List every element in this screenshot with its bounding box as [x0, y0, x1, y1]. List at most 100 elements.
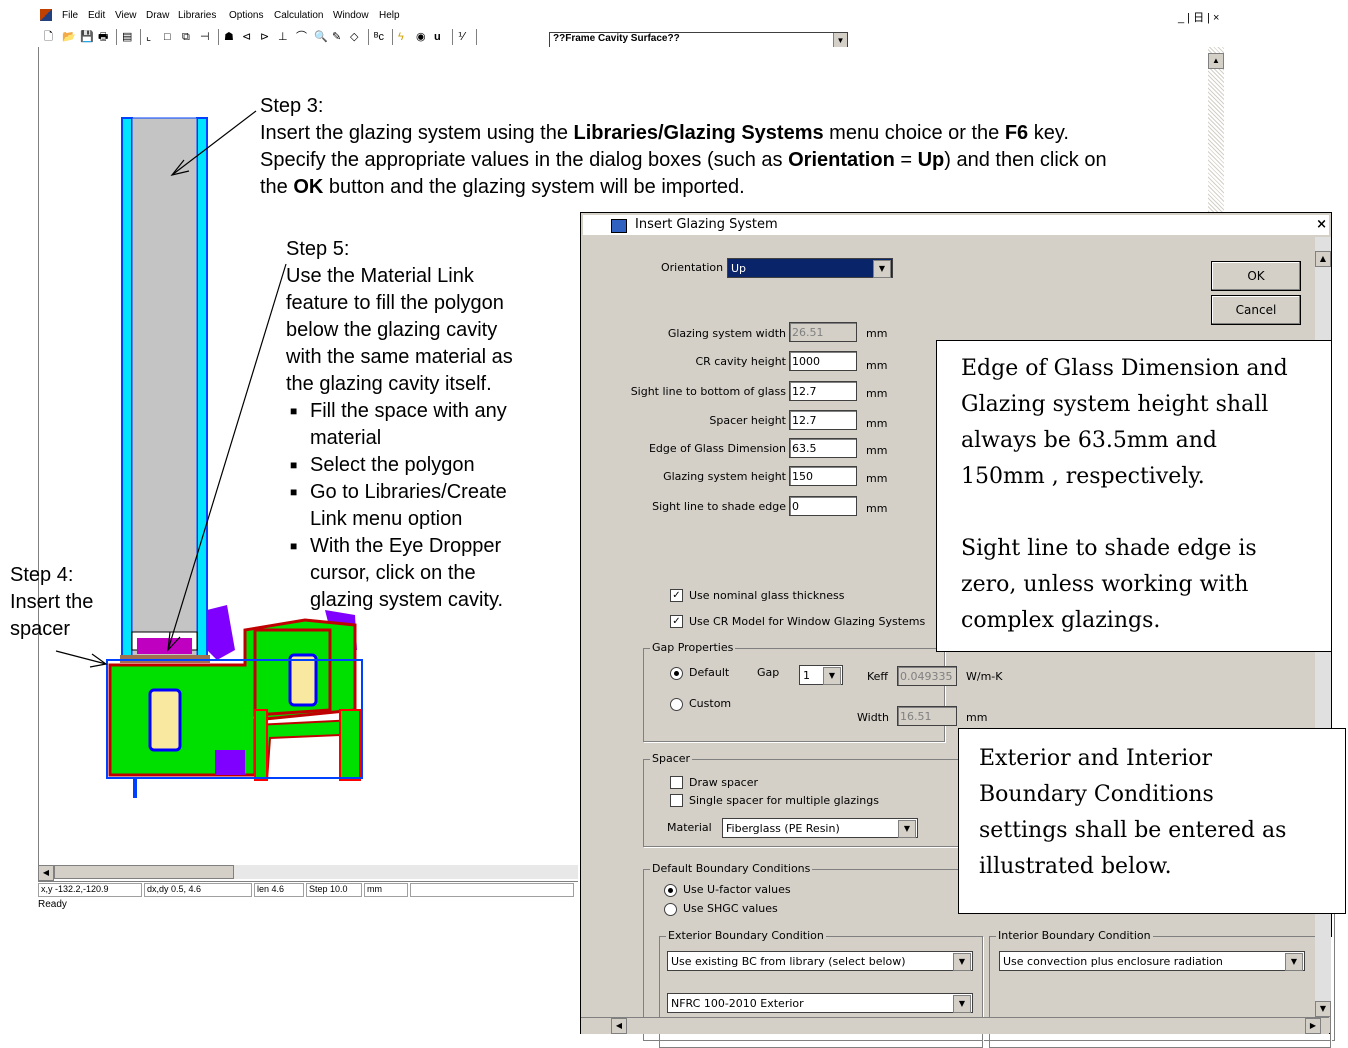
dialog-hscroll[interactable]: ◀ ▶ — [581, 1017, 1329, 1034]
status-ready: Ready — [38, 899, 67, 910]
interior-bc-value: Use convection plus enclosure radiation — [1003, 955, 1223, 968]
unit-label: mm — [866, 387, 888, 400]
draw-spacer-label: Draw spacer — [689, 776, 759, 789]
gap-custom-label: Custom — [689, 697, 732, 710]
field-label: Sight line to shade edge — [652, 500, 786, 513]
scroll-right-icon[interactable]: ▶ — [1305, 1018, 1321, 1034]
ufactor-label: Use U-factor values — [683, 883, 791, 896]
step5-title: Step 5: — [286, 238, 350, 260]
status-xy: x,y -132.2,-120.9 — [38, 883, 142, 897]
field-label: Glazing system width — [667, 327, 786, 340]
keff-unit: W/m-K — [966, 670, 1003, 683]
step4-note: Step 4: Insert the spacer — [10, 562, 93, 643]
nominal-thickness-label: Use nominal glass thickness — [689, 589, 845, 602]
field-label: Spacer height — [709, 414, 786, 427]
interior-bc-select[interactable]: Use convection plus enclosure radiation … — [999, 951, 1305, 971]
chevron-down-icon[interactable]: ▼ — [873, 260, 891, 278]
horizontal-scrollbar[interactable]: ◀ — [38, 865, 578, 881]
nominal-thickness-checkbox[interactable]: ✓ — [670, 589, 683, 602]
step3-title: Step 3: — [260, 95, 324, 117]
unit-label: mm — [866, 444, 888, 457]
exterior-bc-select[interactable]: Use existing BC from library (select bel… — [667, 951, 973, 971]
gap-select[interactable]: 1 ▼ — [799, 665, 843, 685]
dialog-titlebar[interactable]: Insert Glazing System × — [583, 215, 1329, 235]
unit-label: mm — [866, 327, 888, 340]
field-label: CR cavity height — [695, 355, 786, 368]
gap-width-field: 16.51 — [897, 706, 957, 726]
exterior-bc-library-select[interactable]: NFRC 100-2010 Exterior ▼ — [667, 993, 973, 1013]
scroll-thumb[interactable] — [54, 865, 234, 879]
spacer-material-select[interactable]: Fiberglass (PE Resin) ▼ — [722, 818, 918, 838]
scroll-left-icon[interactable]: ◀ — [611, 1018, 627, 1034]
bullet-icon: ■ — [290, 485, 298, 499]
ufactor-radio[interactable] — [664, 884, 677, 897]
gap-width-unit: mm — [966, 711, 988, 724]
step5-line: below the glazing cavity — [286, 319, 498, 341]
step4-line: spacer — [10, 618, 71, 640]
callout-line: always be 63.5mm and — [961, 428, 1217, 453]
status-unit: mm — [364, 883, 408, 897]
cancel-button[interactable]: Cancel — [1211, 295, 1301, 325]
cr-cavity-height-field[interactable]: 1000 — [789, 351, 857, 371]
scroll-up-icon[interactable]: ▲ — [1315, 251, 1331, 267]
exterior-bc-library-value: NFRC 100-2010 Exterior — [671, 997, 804, 1010]
gap-custom-radio[interactable] — [670, 698, 683, 711]
callout-line: complex glazings. — [961, 608, 1161, 633]
bullet-icon: ■ — [290, 458, 298, 472]
scroll-down-icon[interactable]: ▼ — [1315, 1001, 1331, 1017]
chevron-down-icon[interactable]: ▼ — [823, 667, 841, 685]
shade-edge-field[interactable]: 0 — [789, 496, 857, 516]
field-label: Sight line to bottom of glass — [630, 385, 786, 398]
keff-label: Keff — [867, 670, 889, 683]
status-step: Step 10.0 — [306, 883, 362, 897]
step5-line: feature to fill the polygon — [286, 292, 504, 314]
unit-label: mm — [866, 359, 888, 372]
field-label: Edge of Glass Dimension — [648, 442, 786, 455]
ok-button[interactable]: OK — [1211, 261, 1301, 291]
callout-line: Edge of Glass Dimension and — [961, 356, 1288, 381]
chevron-down-icon[interactable]: ▼ — [953, 953, 971, 971]
callout-boundary: Exterior and Interior Boundary Condition… — [958, 728, 1346, 914]
step5-bullet: ■ With the Eye Dropper cursor, click on th… — [290, 535, 504, 611]
gap-default-label: Default — [689, 666, 730, 679]
step3-line3: the OK button and the glazing system wil… — [260, 176, 745, 198]
chevron-down-icon[interactable]: ▼ — [953, 995, 971, 1013]
glazing-width-field: 26.51 — [789, 322, 857, 342]
status-dxdy: dx,dy 0.5, 4.6 — [144, 883, 252, 897]
callout-line: 150mm , respectively. — [961, 464, 1205, 489]
spacer-material-value: Fiberglass (PE Resin) — [726, 822, 840, 835]
field-label: Glazing system height — [663, 470, 786, 483]
status-bar: x,y -132.2,-120.9 dx,dy 0.5, 4.6 len 4.6… — [38, 881, 578, 897]
status-extra — [410, 883, 574, 897]
step3-note: Step 3: Insert the glazing system using … — [260, 93, 1107, 201]
unit-label: mm — [866, 417, 888, 430]
callout-line: Exterior and Interior — [979, 746, 1213, 771]
callout-line: zero, unless working with — [961, 572, 1249, 597]
gap-properties-title: Gap Properties — [650, 641, 736, 654]
dialog-icon — [611, 219, 627, 233]
cr-model-checkbox[interactable]: ✓ — [670, 615, 683, 628]
boundary-conditions-title: Default Boundary Conditions — [650, 862, 813, 875]
step5-line: Use the Material Link — [286, 265, 474, 287]
spacer-height-field[interactable]: 12.7 — [789, 410, 857, 430]
orientation-select[interactable]: Up ▼ — [727, 258, 893, 278]
gap-properties-group: Gap Properties — [643, 641, 945, 742]
edge-of-glass-field[interactable]: 63.5 — [789, 438, 857, 458]
chevron-down-icon[interactable]: ▼ — [1285, 953, 1303, 971]
callout-line: settings shall be entered as — [979, 818, 1287, 843]
glazing-height-field[interactable]: 150 — [789, 466, 857, 486]
single-spacer-label: Single spacer for multiple glazings — [689, 794, 879, 807]
close-icon[interactable]: × — [1316, 215, 1327, 235]
gap-default-radio[interactable] — [670, 667, 683, 680]
bullet-icon: ■ — [290, 404, 298, 418]
exterior-bc-value: Use existing BC from library (select bel… — [671, 955, 906, 968]
draw-spacer-checkbox[interactable] — [670, 776, 683, 789]
callout-line — [961, 495, 1331, 531]
shgc-radio[interactable] — [664, 903, 677, 916]
step3-line1: Insert the glazing system using the Libr… — [260, 122, 1069, 144]
scroll-left-icon[interactable]: ◀ — [38, 865, 54, 881]
sight-line-bottom-field[interactable]: 12.7 — [789, 381, 857, 401]
chevron-down-icon[interactable]: ▼ — [898, 820, 916, 838]
single-spacer-checkbox[interactable] — [670, 794, 683, 807]
callout-line: Glazing system height shall — [961, 392, 1269, 417]
